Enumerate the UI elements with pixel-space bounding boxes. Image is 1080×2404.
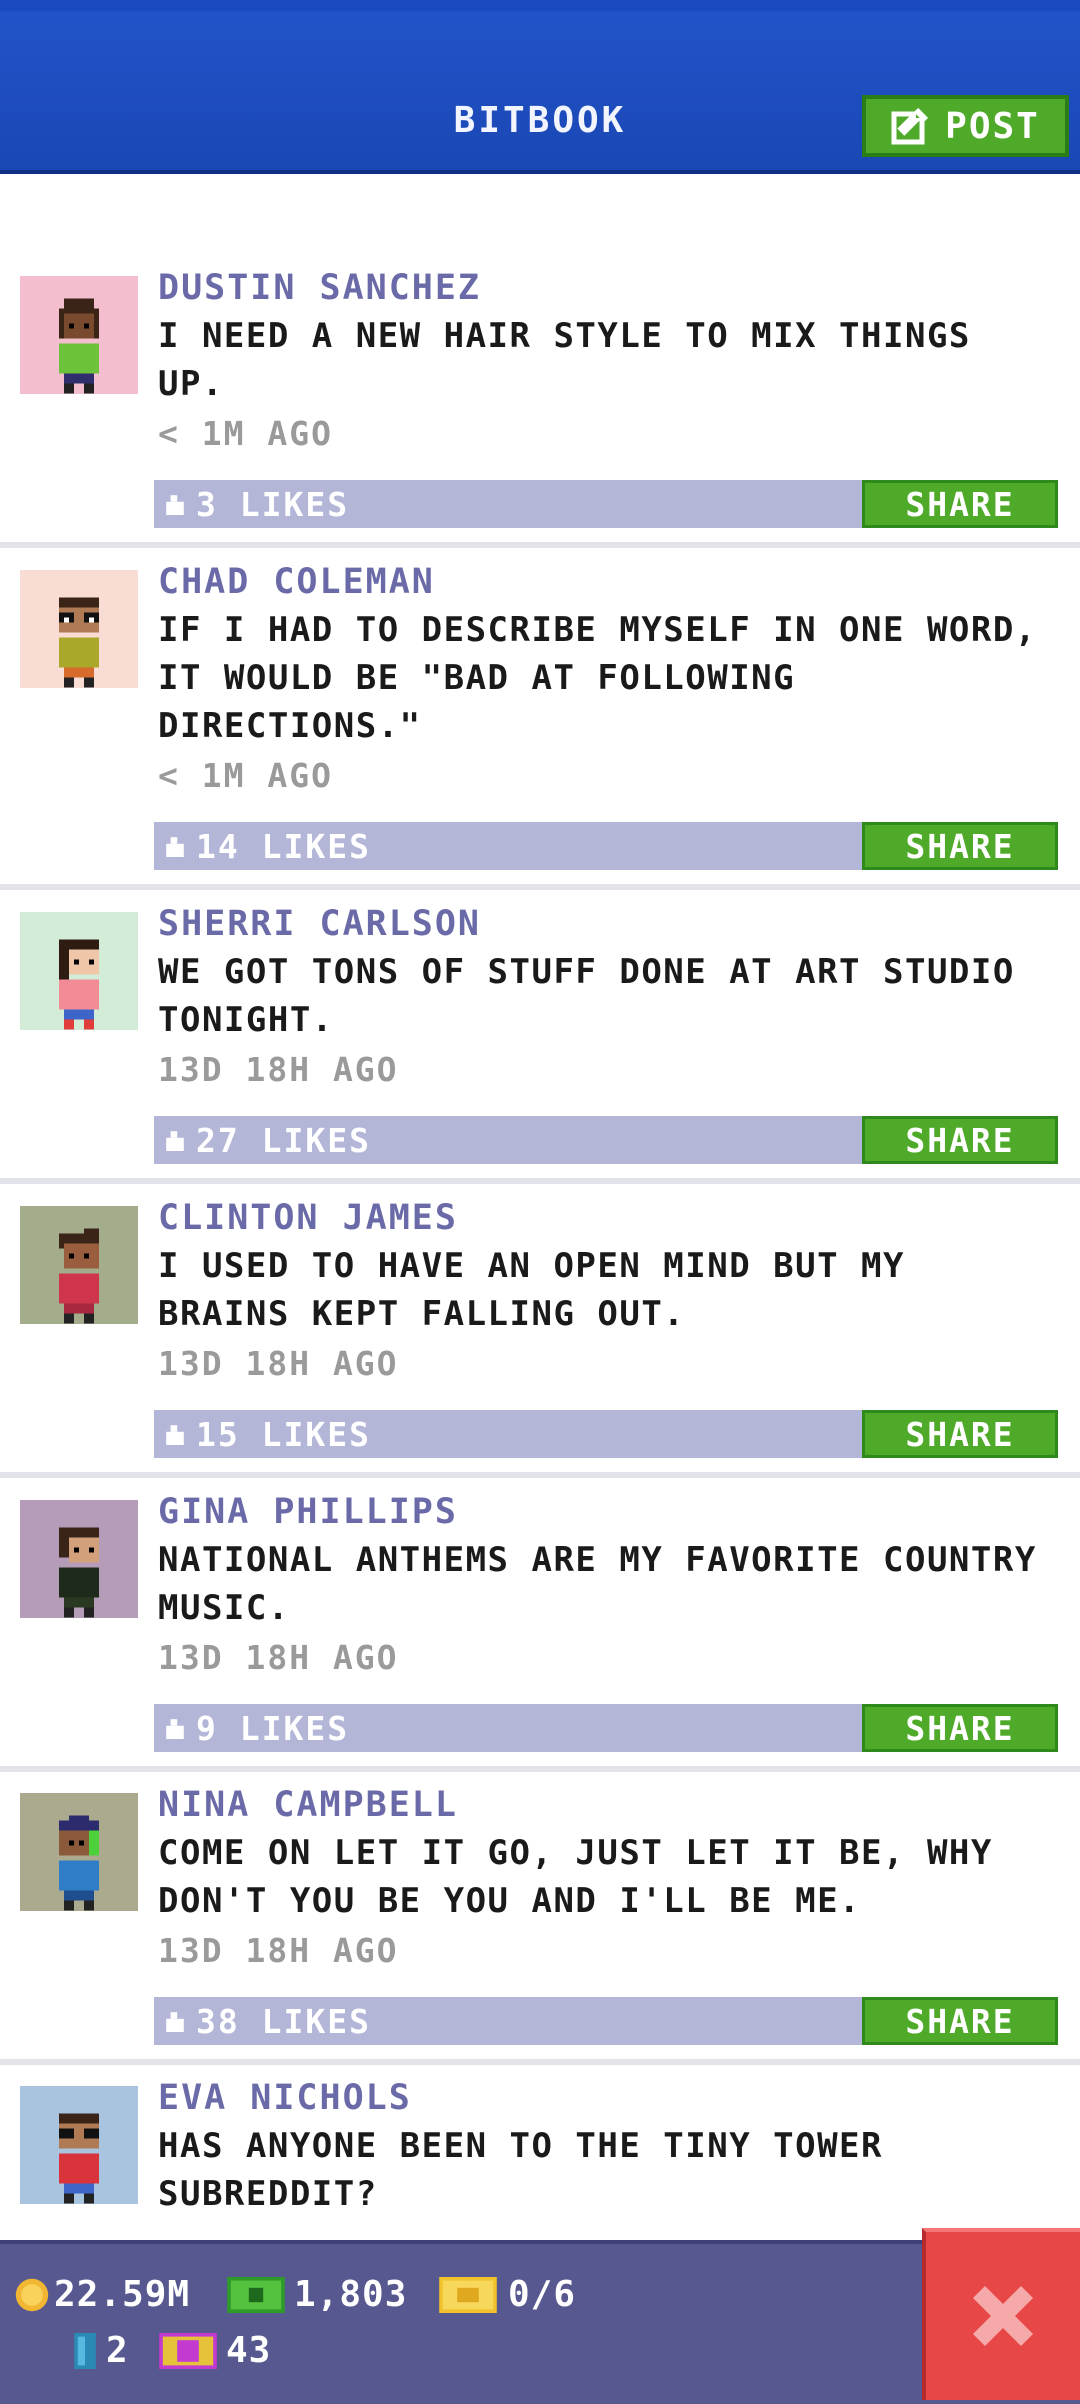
avatar <box>20 570 138 688</box>
divider <box>0 884 1080 890</box>
share-button[interactable]: SHARE <box>862 1116 1058 1164</box>
key-icon <box>74 2332 96 2369</box>
tickets-stat: 0/6 <box>438 2274 576 2315</box>
like-count: 27 LIKES <box>196 1120 371 1160</box>
divider <box>0 542 1080 548</box>
divider <box>0 1472 1080 1478</box>
avatar <box>20 1206 138 1324</box>
avatar <box>20 276 138 394</box>
like-count: 9 LIKES <box>196 1708 350 1748</box>
like-count: 38 LIKES <box>196 2001 371 2041</box>
post-time: < 1M AGO <box>158 756 333 795</box>
gems-stat: 43 <box>158 2330 271 2371</box>
tickets-value: 0/6 <box>508 2274 577 2315</box>
post-author[interactable]: GINA PHILLIPS <box>158 1492 458 1532</box>
post-author[interactable]: CHAD COLEMAN <box>158 562 435 602</box>
keys-value: 2 <box>106 2330 129 2371</box>
close-button[interactable] <box>922 2228 1080 2400</box>
post-text: I need a new hair style to mix things up… <box>158 316 971 404</box>
post-author[interactable]: NINA CAMPBELL <box>158 1785 458 1825</box>
close-icon <box>973 2286 1033 2346</box>
post-time: 13D 18H AGO <box>158 1638 399 1677</box>
status-bar: 22.59M 1,803 0/6 2 43 <box>0 2240 1080 2404</box>
share-button[interactable]: SHARE <box>862 1997 1058 2045</box>
avatar <box>20 2086 138 2204</box>
post-text: We got tons of stuff done at art studio … <box>158 952 1015 1040</box>
post-time: 13D 18H AGO <box>158 1344 399 1383</box>
thumbs-up-icon <box>166 495 184 515</box>
post-author[interactable]: DUSTIN SANCHEZ <box>158 268 481 308</box>
gem-icon <box>159 2332 217 2369</box>
thumbs-up-icon <box>166 1131 184 1151</box>
post-time: 13D 18H AGO <box>158 1050 399 1089</box>
divider <box>0 1178 1080 1184</box>
thumbs-up-icon <box>166 837 184 857</box>
post-button-label: POST <box>945 105 1040 147</box>
like-bar[interactable]: 3 LIKES <box>154 480 864 528</box>
thumbs-up-icon <box>166 1719 184 1739</box>
avatar <box>20 1793 138 1911</box>
post-text: Come on let it go, just let it be, why d… <box>158 1833 993 1921</box>
like-count: 3 LIKES <box>196 484 350 524</box>
app-header: BITBOOK POST <box>0 0 1080 174</box>
share-button[interactable]: SHARE <box>862 822 1058 870</box>
bux-icon <box>227 2276 285 2313</box>
divider <box>0 2059 1080 2065</box>
share-button[interactable]: SHARE <box>862 1410 1058 1458</box>
thumbs-up-icon <box>166 2012 184 2032</box>
bux-value: 1,803 <box>294 2274 408 2315</box>
post-time: < 1M AGO <box>158 414 333 453</box>
thumbs-up-icon <box>166 1425 184 1445</box>
post-text: National anthems are my favorite country… <box>158 1540 1037 1628</box>
post-text: Has anyone been to the Tiny Tower subred… <box>158 2126 884 2214</box>
post-text: I used to have an open mind but my brain… <box>158 1246 905 1334</box>
post-author[interactable]: EVA NICHOLS <box>158 2078 412 2118</box>
avatar <box>20 912 138 1030</box>
like-count: 14 LIKES <box>196 826 371 866</box>
like-bar[interactable]: 15 LIKES <box>154 1410 864 1458</box>
like-bar[interactable]: 27 LIKES <box>154 1116 864 1164</box>
feed[interactable]: DUSTIN SANCHEZ I need a new hair style t… <box>0 170 1080 2240</box>
share-button[interactable]: SHARE <box>862 480 1058 528</box>
bux-stat: 1,803 <box>226 2274 407 2315</box>
post-text: If I had to describe myself in one word,… <box>158 610 1037 746</box>
edit-icon <box>891 107 929 145</box>
coin-icon <box>15 2278 49 2311</box>
divider <box>0 1766 1080 1772</box>
coins-value: 22.59M <box>54 2274 191 2315</box>
like-count: 15 LIKES <box>196 1414 371 1454</box>
share-button[interactable]: SHARE <box>862 1704 1058 1752</box>
like-bar[interactable]: 14 LIKES <box>154 822 864 870</box>
gems-value: 43 <box>226 2330 272 2371</box>
post-author[interactable]: CLINTON JAMES <box>158 1198 458 1238</box>
keys-stat: 2 <box>74 2330 129 2371</box>
post-time: 13D 18H AGO <box>158 1931 399 1970</box>
like-bar[interactable]: 38 LIKES <box>154 1997 864 2045</box>
avatar <box>20 1500 138 1618</box>
like-bar[interactable]: 9 LIKES <box>154 1704 864 1752</box>
post-button[interactable]: POST <box>862 95 1069 157</box>
coins-stat: 22.59M <box>14 2274 190 2315</box>
post-author[interactable]: SHERRI CARLSON <box>158 904 481 944</box>
ticket-icon <box>439 2276 497 2313</box>
